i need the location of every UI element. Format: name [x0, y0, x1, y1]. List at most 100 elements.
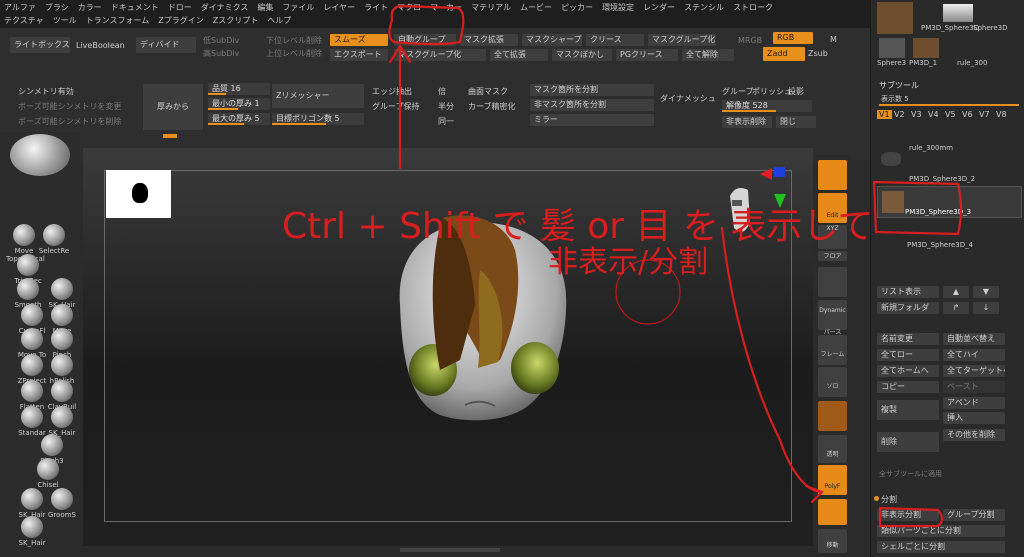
release-all-button[interactable]: 全て解除: [682, 49, 734, 61]
min-thickness-slider[interactable]: 最小の厚み 1: [208, 98, 270, 110]
subtool-version-tab[interactable]: V2: [894, 110, 905, 119]
delete-other-button[interactable]: その他を削除: [943, 429, 1005, 441]
group-split-button[interactable]: グループ分割: [943, 509, 1005, 521]
tool-name-sphere3[interactable]: Sphere3: [877, 59, 906, 67]
menu-item-9[interactable]: ライト: [364, 1, 388, 14]
tool-name-rule[interactable]: rule_300: [957, 59, 987, 67]
double-button[interactable]: 倍: [438, 86, 446, 97]
split-similar-parts-button[interactable]: 類似パーツごとに分割: [877, 525, 1005, 537]
edit-mode-button[interactable]: Edit: [818, 193, 847, 223]
tool-name-pm3d-1[interactable]: PM3D_1: [909, 59, 937, 67]
subtool-version-tab[interactable]: V5: [945, 110, 956, 119]
material-icon[interactable]: [818, 267, 847, 297]
mrgb-toggle[interactable]: MRGB: [738, 36, 762, 45]
lower-subdiv-button[interactable]: 低SubDiv: [203, 35, 239, 46]
same-button[interactable]: 同一: [438, 116, 454, 127]
curve-refine-button[interactable]: カーブ精密化: [468, 101, 516, 112]
mask-group-button[interactable]: マスクグループ化: [648, 34, 716, 46]
apply-all-subtools[interactable]: 全サブツールに適用: [879, 469, 942, 479]
export-button[interactable]: エクスポート: [330, 49, 388, 61]
all-low-button[interactable]: 全てロー: [877, 349, 939, 361]
brush-icon[interactable]: [818, 401, 847, 431]
solo-button[interactable]: ソロ: [818, 367, 847, 397]
dynamesh-button[interactable]: ダイナメッシュ: [660, 93, 716, 104]
subtool-sphere3d-3[interactable]: PM3D_Sphere3D_3: [905, 208, 971, 216]
quality-slider[interactable]: 品質 16: [208, 83, 270, 95]
menu-item-7[interactable]: ファイル: [282, 1, 314, 14]
zadd-toggle[interactable]: Zadd: [763, 47, 805, 61]
mask-grow-button[interactable]: マスク拡張: [460, 34, 518, 46]
max-thickness-slider[interactable]: 最大の厚み 5: [208, 113, 270, 125]
brush-item[interactable]: SelectRe: [36, 224, 72, 255]
move-down-icon[interactable]: ↓: [973, 302, 999, 314]
curve-mask-button[interactable]: 曲面マスク: [468, 86, 508, 97]
posable-symmetry-delete[interactable]: ポーズ可能シンメトリを削除: [18, 116, 121, 127]
up-arrow-icon[interactable]: ▲: [943, 286, 969, 298]
transparent-button[interactable]: 透明: [818, 435, 847, 463]
copy-button[interactable]: コピー: [877, 381, 939, 393]
rgb-toggle[interactable]: RGB: [773, 32, 813, 44]
subtool-version-tab[interactable]: V1: [877, 110, 892, 119]
dynamic-perspective-button[interactable]: Dynamic パース: [818, 300, 847, 336]
split-by-shell-button[interactable]: シェルごとに分割: [877, 541, 1005, 553]
edge-loop-button[interactable]: エッジ抽出: [372, 86, 412, 97]
target-polycount-slider[interactable]: 目標ポリゴン数 5: [272, 113, 364, 125]
mirror-button[interactable]: ミラー: [530, 114, 654, 126]
duplicate-button[interactable]: 複製: [877, 400, 939, 420]
tool-name-sphere3d[interactable]: Sphere3D: [973, 24, 1008, 32]
menu-item-23[interactable]: Zスクリプト: [213, 14, 258, 27]
menu-item-24[interactable]: ヘルプ: [267, 14, 291, 27]
delete-hidden-button[interactable]: 非表示削除: [722, 116, 772, 128]
symmetry-enable-button[interactable]: シンメトリ有効: [18, 86, 74, 97]
subtool-version-tab[interactable]: V7: [979, 110, 990, 119]
menu-item-6[interactable]: 編集: [257, 1, 273, 14]
auto-sort-button[interactable]: 自動並べ替え: [943, 333, 1005, 345]
menu-item-13[interactable]: ムービー: [520, 1, 552, 14]
menu-item-1[interactable]: ブラシ: [45, 1, 69, 14]
grow-all-button[interactable]: 全て拡張: [490, 49, 548, 61]
subtool-sphere3d-4[interactable]: PM3D_Sphere3D_4: [907, 241, 973, 249]
tool-thumb-3[interactable]: [879, 38, 905, 58]
menu-item-8[interactable]: レイヤー: [323, 1, 355, 14]
mask-blur-button[interactable]: マスクぼかし: [552, 49, 612, 61]
mask-groupify-button[interactable]: マスクグループ化: [394, 49, 486, 61]
split-section-header[interactable]: 分割: [881, 494, 897, 505]
menu-item-18[interactable]: ストローク: [733, 1, 773, 14]
liveboolean-toggle[interactable]: LiveBoolean: [76, 41, 125, 50]
menu-item-11[interactable]: マーカー: [430, 1, 462, 14]
move-button[interactable]: 移動: [818, 529, 847, 553]
delete-higher-button[interactable]: 上位レベル削除: [266, 48, 322, 59]
all-high-button[interactable]: 全てハイ: [943, 349, 1005, 361]
menu-item-2[interactable]: カラー: [78, 1, 102, 14]
menu-item-12[interactable]: マテリアル: [471, 1, 511, 14]
dynamesh-group-toggle[interactable]: グループ: [722, 86, 754, 97]
mask-sharpen-button[interactable]: マスクシャープ: [522, 34, 582, 46]
brush-item[interactable]: Chisel: [30, 458, 66, 489]
menu-item-5[interactable]: ダイナミクス: [201, 1, 249, 14]
draw-mode-icon[interactable]: [818, 160, 847, 190]
brush-item[interactable]: SK_Hair: [44, 406, 80, 437]
dynamesh-resolution-slider[interactable]: 解像度 528: [722, 100, 812, 112]
paste-button[interactable]: ペースト: [943, 381, 1005, 393]
brush-item[interactable]: GroomS: [44, 488, 80, 519]
all-to-home-button[interactable]: 全てホームへ: [877, 365, 939, 377]
subtool-version-tab[interactable]: V8: [996, 110, 1007, 119]
divide-button[interactable]: ディバイド: [136, 37, 196, 53]
menu-item-15[interactable]: 環境設定: [602, 1, 634, 14]
frame-button[interactable]: フレーム: [818, 335, 847, 365]
new-folder-button[interactable]: 新規フォルダ: [877, 302, 939, 314]
zsub-toggle[interactable]: Zsub: [808, 49, 828, 58]
subtool-version-tab[interactable]: V3: [911, 110, 922, 119]
subtool-version-tab[interactable]: V4: [928, 110, 939, 119]
head-model[interactable]: [380, 210, 580, 430]
delete-button[interactable]: 削除: [877, 432, 939, 452]
visible-count-slider[interactable]: 表示数 5: [881, 94, 909, 104]
current-brush-thumbnail[interactable]: [10, 134, 70, 176]
delete-lower-button[interactable]: 下位レベル削除: [266, 35, 322, 46]
tool-thumb-1[interactable]: [877, 2, 913, 34]
move-icon[interactable]: [818, 499, 847, 525]
posable-symmetry-change[interactable]: ポーズ可能シンメトリを変更: [18, 101, 121, 112]
close-holes-button[interactable]: 閉じ: [776, 116, 816, 128]
rename-button[interactable]: 名前変更: [877, 333, 939, 345]
dynamesh-project-toggle[interactable]: 投影: [788, 86, 804, 97]
